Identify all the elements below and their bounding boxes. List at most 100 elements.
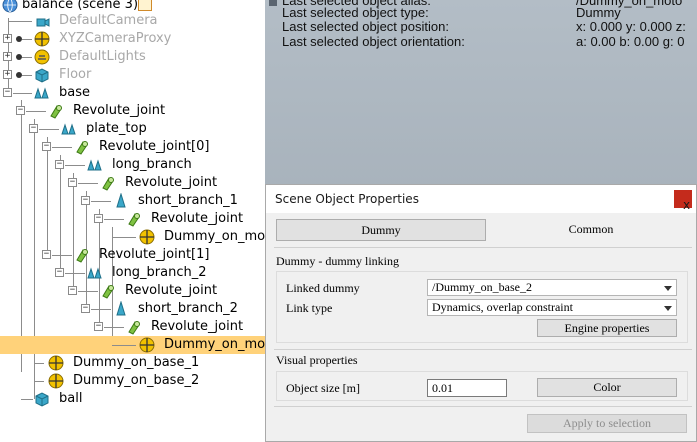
dialog-title-bar[interactable]: Scene Object Properties x: [266, 185, 696, 213]
tree-row[interactable]: + XYZCameraProxy: [0, 30, 265, 48]
color-button-label: Color: [593, 380, 621, 394]
engine-properties-button[interactable]: Engine properties: [537, 319, 677, 337]
tree-row[interactable]: − long_branch_2: [0, 264, 265, 282]
shape-group-icon: [34, 87, 49, 99]
tree-row[interactable]: − long_branch: [0, 156, 265, 174]
link-type-select[interactable]: Dynamics, overlap constraint: [427, 299, 677, 316]
scene-object-properties-dialog: Scene Object Properties x Dummy Common D…: [265, 184, 697, 442]
tree-item-label: short_branch_2: [138, 301, 238, 316]
tree-item-label: long_branch: [112, 157, 192, 172]
expand-button[interactable]: +: [3, 52, 12, 61]
scene-hierarchy: balance (scene 3) DefaultCamera + XYZCam…: [0, 0, 265, 442]
info-position-value: x: 0.000 y: 0.000 z:: [576, 19, 686, 34]
tree-item-label: Dummy_on_base_1: [73, 355, 200, 370]
tree-row[interactable]: − plate_top: [0, 120, 265, 138]
tree-item-label: Dummy_on_moto: [164, 229, 265, 244]
tree-row[interactable]: − Revolute_joint[1]: [0, 246, 265, 264]
tree-row[interactable]: − Revolute_joint: [0, 210, 265, 228]
tab-common-label: Common: [568, 222, 614, 236]
collapse-button[interactable]: −: [94, 322, 103, 331]
script-icon[interactable]: [138, 0, 152, 11]
collapse-button[interactable]: −: [81, 196, 90, 205]
tree-item-label: Revolute_joint: [125, 283, 218, 298]
tree-item-label: short_branch_1: [138, 193, 238, 208]
tree-item-label: Revolute_joint[0]: [99, 139, 210, 154]
tree-row[interactable]: − Revolute_joint: [0, 318, 265, 336]
shape-icon: [35, 68, 49, 83]
shape-group-icon: [87, 267, 102, 279]
tab-dummy-label: Dummy: [361, 223, 401, 237]
collapse-button[interactable]: −: [3, 88, 12, 97]
collapse-button[interactable]: −: [81, 304, 90, 313]
collapse-button[interactable]: −: [94, 214, 103, 223]
tab-common[interactable]: Common: [486, 219, 696, 241]
info-orientation-label: Last selected object orientation:: [282, 34, 465, 49]
tree-row[interactable]: Dummy_on_moto: [0, 228, 265, 246]
shape-group-icon: [87, 159, 102, 171]
joint-icon: [50, 105, 62, 119]
collapse-button[interactable]: −: [55, 160, 64, 169]
linked-dummy-select[interactable]: /Dummy_on_base_2: [427, 279, 677, 296]
dummy-icon: [139, 337, 155, 353]
joint-icon: [128, 321, 140, 335]
engine-properties-label: Engine properties: [564, 321, 650, 335]
linked-dummy-value: /Dummy_on_base_2: [432, 280, 532, 294]
tree-item-label: ball: [59, 391, 83, 406]
dummy-icon: [34, 31, 50, 47]
tree-row-selected[interactable]: Dummy_on_moto: [0, 336, 265, 354]
tree-row[interactable]: ball: [0, 390, 265, 408]
tree-row[interactable]: − short_branch_2: [0, 300, 265, 318]
tree-row[interactable]: + Floor: [0, 66, 265, 84]
tree-item-label: Revolute_joint[1]: [99, 247, 210, 262]
section-visual-title: Visual properties: [276, 353, 358, 367]
apply-to-selection-button[interactable]: Apply to selection: [527, 414, 687, 433]
info-type-value: Dummy: [576, 5, 621, 20]
collapse-button[interactable]: −: [42, 142, 51, 151]
dummy-icon: [139, 229, 155, 245]
tree-item-label: Floor: [59, 67, 92, 82]
chevron-down-icon: [664, 306, 672, 311]
collapse-button[interactable]: −: [16, 106, 25, 115]
tree-row[interactable]: DefaultCamera: [0, 12, 265, 30]
tree-row[interactable]: + DefaultLights: [0, 48, 265, 66]
collapse-button[interactable]: −: [68, 178, 77, 187]
link-type-value: Dynamics, overlap constraint: [432, 300, 573, 314]
object-size-value: 0.01: [432, 381, 453, 395]
tree-row[interactable]: − base: [0, 84, 265, 102]
tree-row[interactable]: Dummy_on_base_1: [0, 354, 265, 372]
expand-button[interactable]: +: [3, 70, 12, 79]
collapse-button[interactable]: −: [68, 286, 77, 295]
collapse-button[interactable]: −: [42, 250, 51, 259]
link-type-label: Link type: [286, 301, 333, 315]
collapse-button[interactable]: −: [29, 124, 38, 133]
tree-item-label: XYZCameraProxy: [59, 31, 172, 46]
tree-item-label: long_branch_2: [112, 265, 207, 280]
tree-row[interactable]: − short_branch_1: [0, 192, 265, 210]
dummy-icon: [48, 355, 64, 371]
joint-icon: [102, 177, 114, 191]
joint-icon: [128, 213, 140, 227]
tab-dummy[interactable]: Dummy: [276, 219, 486, 241]
tree-item-label: base: [59, 85, 90, 100]
object-size-label: Object size [m]: [286, 381, 360, 395]
tree-row[interactable]: − Revolute_joint[0]: [0, 138, 265, 156]
expand-button[interactable]: +: [3, 34, 12, 43]
tree-row[interactable]: − Revolute_joint: [0, 174, 265, 192]
close-button[interactable]: x: [674, 190, 692, 212]
object-size-input[interactable]: 0.01: [427, 379, 507, 397]
dialog-title: Scene Object Properties: [275, 192, 419, 206]
tree-item-label: plate_top: [86, 121, 147, 136]
shape-icon: [116, 193, 126, 208]
joint-icon: [102, 285, 114, 299]
tree-item-label: Revolute_joint: [151, 319, 244, 334]
collapse-button[interactable]: −: [55, 268, 64, 277]
info-position-label: Last selected object position:: [282, 19, 449, 34]
tree-row[interactable]: Dummy_on_base_2: [0, 372, 265, 390]
section-linking-title: Dummy - dummy linking: [276, 254, 399, 268]
tree-row[interactable]: − Revolute_joint: [0, 102, 265, 120]
camera-icon: [36, 18, 50, 27]
info-orientation-value: a: 0.00 b: 0.00 g: 0: [576, 34, 685, 49]
light-icon: [34, 49, 50, 65]
tree-row[interactable]: − Revolute_joint: [0, 282, 265, 300]
color-button[interactable]: Color: [537, 378, 677, 397]
